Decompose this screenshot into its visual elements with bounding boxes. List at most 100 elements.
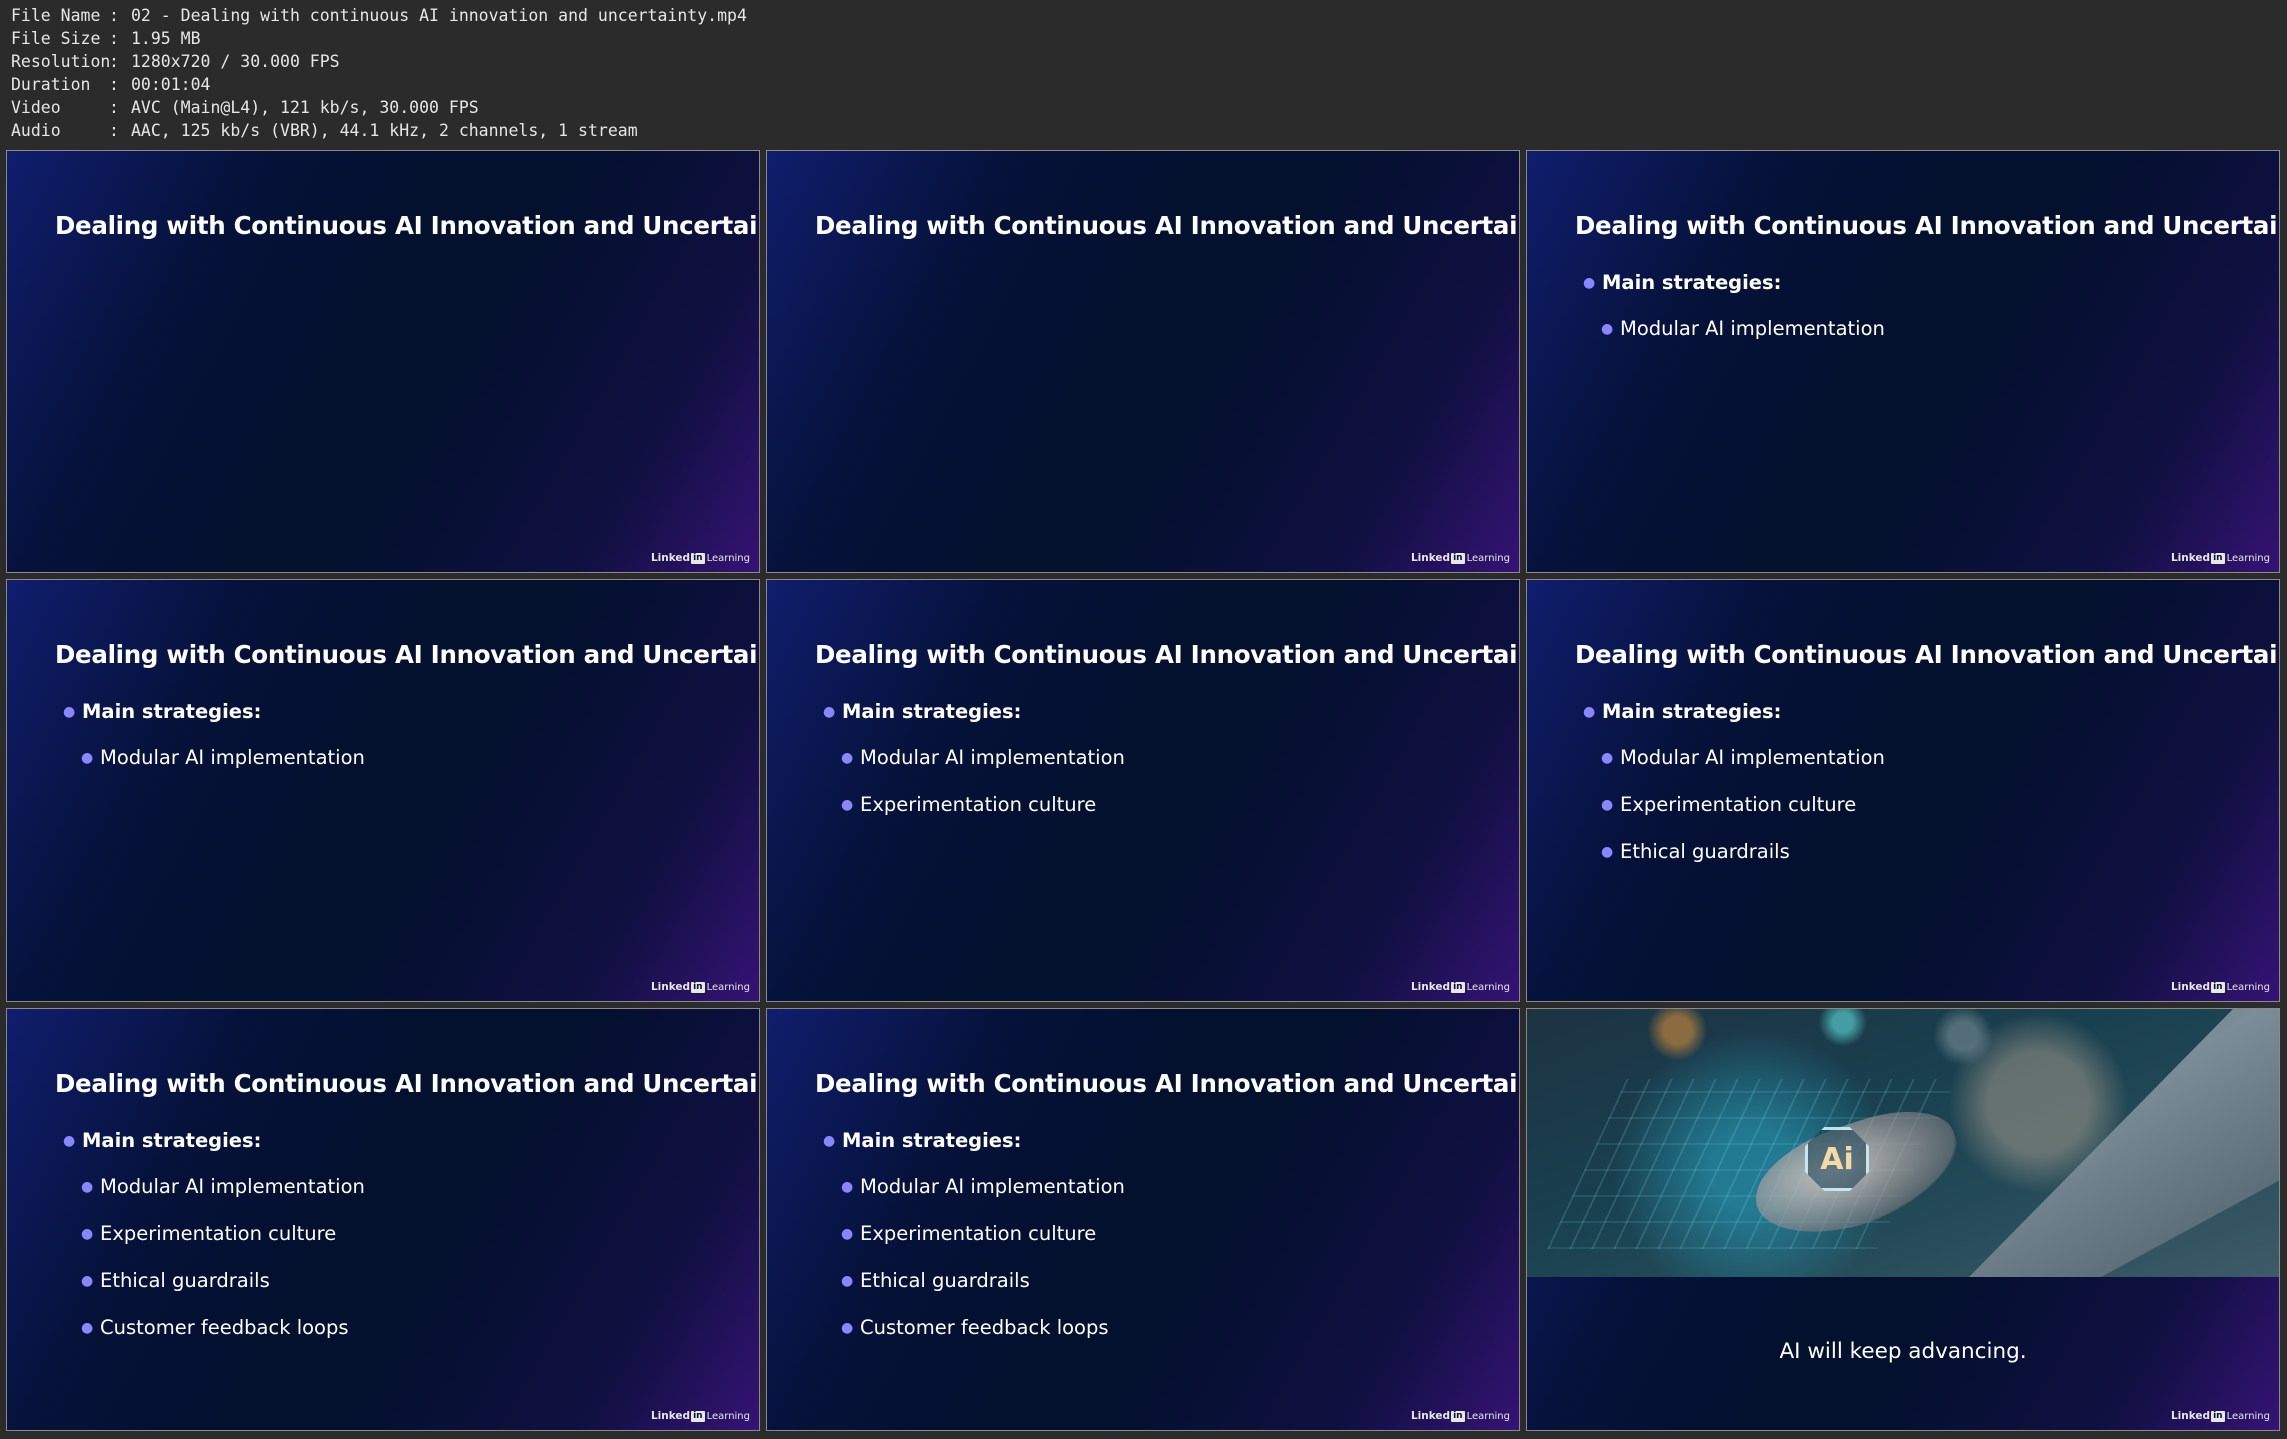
bullet-sub-item: ● Modular AI implementation [823,744,1125,791]
logo-linked: Linked [1410,552,1451,564]
bullet-dot-icon: ● [81,1179,94,1195]
bullet-sub-item: ● Modular AI implementation [823,1173,1125,1220]
info-key: File Size [11,29,101,48]
linkedin-icon: in [2211,981,2225,993]
video-frame-thumbnail: Dealing with Continuous AI Innovation an… [1526,150,2280,573]
logo-linked: Linked [650,552,691,564]
bullet-dot-icon: ● [81,750,94,766]
logo-linked: Linked [1410,1410,1451,1422]
linkedin-icon: in [691,981,705,993]
bullet-sub-item: ● Customer feedback loops [823,1314,1125,1361]
file-info-row: Video: AVC (Main@L4), 121 kb/s, 30.000 FP… [11,96,747,119]
bullet-list: ● Main strategies: ● Modular AI implementa… [1583,269,1885,362]
file-info-row: File Size:1.95 MB [11,27,747,50]
bullet-text: Experimentation culture [860,793,1097,816]
bullet-dot-icon: ● [1583,275,1596,291]
linkedin-icon: in [1451,981,1465,993]
linkedin-learning-logo: Linked in Learning [1411,552,1510,564]
linkedin-learning-logo: Linked in Learning [1411,1410,1510,1422]
video-frame-thumbnail: Dealing with Continuous AI Innovation an… [766,579,1520,1002]
bullet-text: Modular AI implementation [1620,746,1885,769]
bullet-text: Ethical guardrails [100,1269,270,1292]
bullet-text: Customer feedback loops [100,1316,349,1339]
file-info-row: Duration:00:01:04 [11,73,747,96]
bullet-dot-icon: ● [1601,797,1614,813]
info-key: Audio [11,121,61,140]
info-key: Resolution [11,52,111,71]
slide-title: Dealing with Continuous AI Innovation an… [815,640,1520,669]
linkedin-icon: in [691,1410,705,1422]
bullet-text: Customer feedback loops [860,1316,1109,1339]
logo-linked: Linked [2170,552,2211,564]
bullet-text: Main strategies: [1602,700,1782,723]
logo-linked: Linked [2170,981,2211,993]
bullet-main-strategies: ● Main strategies: [63,1127,365,1173]
info-separator: : [109,29,119,48]
logo-linked: Linked [2170,1410,2211,1422]
info-separator: : [109,121,119,140]
bullet-dot-icon: ● [841,1179,854,1195]
bullet-text: Modular AI implementation [1620,317,1885,340]
bullet-text: Experimentation culture [860,1222,1097,1245]
bullet-dot-icon: ● [1601,844,1614,860]
file-info-row: File Name:02 - Dealing with continuous A… [11,4,747,27]
slide-caption: AI will keep advancing. [1779,1339,2027,1364]
bullet-dot-icon: ● [841,797,854,813]
info-value: AAC, 125 kb/s (VBR), 44.1 kHz, 2 channel… [131,121,638,140]
bullet-sub-item: ● Modular AI implementation [1583,744,1885,791]
info-key: Video [11,98,61,117]
slide-title: Dealing with Continuous AI Innovation an… [815,211,1520,240]
bullet-dot-icon: ● [823,704,836,720]
thumbnail-grid: Dealing with Continuous AI Innovation an… [6,150,2281,1433]
logo-linked: Linked [650,981,691,993]
file-info-panel: File Name:02 - Dealing with continuous A… [11,4,747,142]
logo-learning: Learning [1466,552,1510,564]
info-value: AVC (Main@L4), 121 kb/s, 30.000 FPS [131,98,479,117]
bullet-sub-item: ● Ethical guardrails [823,1267,1125,1314]
info-separator: : [109,75,119,94]
file-info-row: Resolution:1280x720 / 30.000 FPS [11,50,747,73]
bullet-sub-item: ● Experimentation culture [63,1220,365,1267]
bullet-sub-item: ● Customer feedback loops [63,1314,365,1361]
bullet-list: ● Main strategies: ● Modular AI implementa… [1583,698,1885,885]
linkedin-learning-logo: Linked in Learning [2171,981,2270,993]
bullet-text: Experimentation culture [100,1222,337,1245]
file-info-row: Audio: AAC, 125 kb/s (VBR), 44.1 kHz, 2 c… [11,119,747,142]
bullet-list: ● Main strategies: ● Modular AI implementa… [823,1127,1125,1361]
bullet-text: Main strategies: [82,1129,262,1152]
bullet-sub-item: ● Experimentation culture [823,1220,1125,1267]
logo-learning: Learning [2226,1410,2270,1422]
info-key: Duration [11,75,91,94]
linkedin-icon: in [1451,552,1465,564]
slide-title: Dealing with Continuous AI Innovation an… [1575,640,2280,669]
slide-title: Dealing with Continuous AI Innovation an… [1575,211,2280,240]
linkedin-icon: in [2211,1410,2225,1422]
bullet-dot-icon: ● [63,704,76,720]
bullet-text: Modular AI implementation [100,746,365,769]
bullet-sub-item: ● Experimentation culture [823,791,1125,838]
bullet-main-strategies: ● Main strategies: [63,698,365,744]
bullet-sub-item: ● Ethical guardrails [63,1267,365,1314]
bullet-dot-icon: ● [81,1273,94,1289]
bullet-list: ● Main strategies: ● Modular AI implementa… [63,1127,365,1361]
video-frame-thumbnail: Ai AI will keep advancing. Linked in Learn… [1526,1008,2280,1431]
bullet-text: Main strategies: [1602,271,1782,294]
video-frame-thumbnail: Dealing with Continuous AI Innovation an… [1526,579,2280,1002]
bullet-sub-item: ● Ethical guardrails [1583,838,1885,885]
bullet-text: Modular AI implementation [100,1175,365,1198]
logo-linked: Linked [1410,981,1451,993]
slide-title: Dealing with Continuous AI Innovation an… [55,211,760,240]
info-value: 1280x720 / 30.000 FPS [131,52,340,71]
logo-learning: Learning [1466,1410,1510,1422]
bullet-text: Ethical guardrails [1620,840,1790,863]
bullet-dot-icon: ● [63,1133,76,1149]
bullet-sub-item: ● Experimentation culture [1583,791,1885,838]
bullet-main-strategies: ● Main strategies: [823,1127,1125,1173]
linkedin-learning-logo: Linked in Learning [1411,981,1510,993]
slide-title: Dealing with Continuous AI Innovation an… [55,1069,760,1098]
logo-learning: Learning [2226,552,2270,564]
linkedin-icon: in [691,552,705,564]
bullet-text: Modular AI implementation [860,1175,1125,1198]
bullet-dot-icon: ● [841,750,854,766]
linkedin-learning-logo: Linked in Learning [2171,1410,2270,1422]
